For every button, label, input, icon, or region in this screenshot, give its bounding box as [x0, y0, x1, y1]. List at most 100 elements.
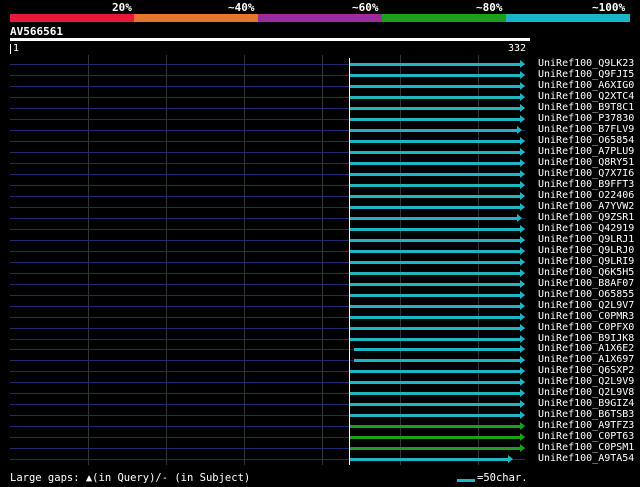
hit-bar[interactable]: [350, 195, 520, 198]
hit-arrow-icon: [520, 335, 525, 343]
hit-label[interactable]: UniRef100_B9FFT3: [538, 179, 634, 190]
color-band-60: [258, 14, 382, 22]
hit-label[interactable]: UniRef100_C0PMR3: [538, 311, 634, 322]
hit-label[interactable]: UniRef100_A9TFZ3: [538, 420, 634, 431]
hit-label[interactable]: UniRef100_B8AF07: [538, 278, 634, 289]
hit-bar[interactable]: [350, 228, 520, 231]
hit-bar[interactable]: [350, 414, 520, 417]
hit-label[interactable]: UniRef100_O65854: [538, 135, 634, 146]
hit-arrow-icon: [517, 214, 522, 222]
hit-label[interactable]: UniRef100_P37830: [538, 113, 634, 124]
hit-bar[interactable]: [350, 327, 520, 330]
hit-label[interactable]: UniRef100_B9GIZ4: [538, 398, 634, 409]
hit-label[interactable]: UniRef100_A7YVW2: [538, 201, 634, 212]
hit-label[interactable]: UniRef100_O65855: [538, 289, 634, 300]
hit-bar[interactable]: [350, 338, 520, 341]
alignment-start-marker: [349, 58, 350, 465]
hit-bar[interactable]: [350, 107, 520, 110]
hit-label[interactable]: UniRef100_A7PLU9: [538, 146, 634, 157]
hit-arrow-icon: [520, 411, 525, 419]
hit-bar[interactable]: [350, 425, 520, 428]
hit-arrow-icon: [520, 181, 525, 189]
hit-bar[interactable]: [350, 63, 520, 66]
hit-bar[interactable]: [350, 370, 520, 373]
hit-bar[interactable]: [350, 447, 520, 450]
hit-bar[interactable]: [350, 129, 517, 132]
hit-bar[interactable]: [350, 74, 520, 77]
color-band-20: [10, 14, 134, 22]
hit-bar[interactable]: [350, 118, 520, 121]
hit-arrow-icon: [520, 389, 525, 397]
hit-label[interactable]: UniRef100_Q2L9V9: [538, 376, 634, 387]
hit-bar[interactable]: [350, 206, 520, 209]
hit-arrow-icon: [520, 324, 525, 332]
hit-bar[interactable]: [350, 162, 520, 165]
hit-bar[interactable]: [350, 140, 520, 143]
hit-arrow-icon: [520, 104, 525, 112]
hit-bar[interactable]: [350, 436, 520, 439]
hit-bar[interactable]: [354, 359, 520, 362]
hit-label[interactable]: UniRef100_A6XIG0: [538, 80, 634, 91]
hit-bar[interactable]: [350, 294, 520, 297]
scale-legend-line: [457, 479, 475, 482]
hit-label[interactable]: UniRef100_A1X6E2: [538, 343, 634, 354]
hit-bar[interactable]: [350, 151, 520, 154]
hit-bar[interactable]: [354, 348, 520, 351]
hit-arrow-icon: [520, 444, 525, 452]
pct-label-80: ~80%: [476, 1, 503, 14]
hit-bar[interactable]: [350, 250, 520, 253]
hit-label[interactable]: UniRef100_A1X697: [538, 354, 634, 365]
ruler-start-tick: [10, 44, 11, 54]
hit-label[interactable]: UniRef100_O22406: [538, 190, 634, 201]
hit-bar[interactable]: [350, 458, 508, 461]
hit-bar[interactable]: [350, 85, 520, 88]
hit-label[interactable]: UniRef100_C0PFX0: [538, 322, 634, 333]
query-name: AV566561: [10, 25, 63, 38]
hit-label[interactable]: UniRef100_Q6K5H5: [538, 267, 634, 278]
hit-arrow-icon: [520, 225, 525, 233]
hit-bar[interactable]: [350, 261, 520, 264]
hit-label[interactable]: UniRef100_A9TA54: [538, 453, 634, 464]
hit-bar[interactable]: [350, 217, 517, 220]
hit-label[interactable]: UniRef100_Q7X7I6: [538, 168, 634, 179]
hit-label[interactable]: UniRef100_Q9LRI9: [538, 256, 634, 267]
hit-label[interactable]: UniRef100_Q9ZSR1: [538, 212, 634, 223]
hit-bar[interactable]: [350, 239, 520, 242]
hit-arrow-icon: [520, 400, 525, 408]
hit-bar[interactable]: [350, 305, 520, 308]
hit-label[interactable]: UniRef100_Q9LRJ0: [538, 245, 634, 256]
hit-arrow-icon: [508, 455, 513, 463]
hit-bar[interactable]: [350, 403, 520, 406]
hit-label[interactable]: UniRef100_Q8RY51: [538, 157, 634, 168]
hit-bar[interactable]: [350, 316, 520, 319]
hit-label[interactable]: UniRef100_B7FLV9: [538, 124, 634, 135]
hit-arrow-icon: [520, 170, 525, 178]
hit-label[interactable]: UniRef100_B6TSB3: [538, 409, 634, 420]
hit-label[interactable]: UniRef100_Q9LK23: [538, 58, 634, 69]
hit-label[interactable]: UniRef100_Q6SXP2: [538, 365, 634, 376]
hit-bar[interactable]: [350, 96, 520, 99]
hit-arrow-icon: [520, 203, 525, 211]
hit-label[interactable]: UniRef100_C0PSM1: [538, 442, 634, 453]
hit-label[interactable]: UniRef100_Q9LRJ1: [538, 234, 634, 245]
hit-bar[interactable]: [350, 392, 520, 395]
hit-bar[interactable]: [350, 173, 520, 176]
hit-label[interactable]: UniRef100_Q42919: [538, 223, 634, 234]
hit-arrow-icon: [520, 433, 525, 441]
hit-label[interactable]: UniRef100_C0PT63: [538, 431, 634, 442]
color-band-100: [506, 14, 630, 22]
hit-label[interactable]: UniRef100_Q2L9V7: [538, 300, 634, 311]
hit-arrow-icon: [520, 192, 525, 200]
hit-arrow-icon: [520, 247, 525, 255]
hit-label[interactable]: UniRef100_Q9FJI5: [538, 69, 634, 80]
hit-arrow-icon: [520, 258, 525, 266]
hit-bar[interactable]: [350, 184, 520, 187]
hit-bar[interactable]: [350, 283, 520, 286]
hit-label[interactable]: UniRef100_Q2XTC4: [538, 91, 634, 102]
hit-label[interactable]: UniRef100_B9T8C1: [538, 102, 634, 113]
hit-bar[interactable]: [350, 381, 520, 384]
hit-arrow-icon: [520, 302, 525, 310]
hit-arrow-icon: [520, 93, 525, 101]
hit-label[interactable]: UniRef100_Q2L9V8: [538, 387, 634, 398]
hit-bar[interactable]: [350, 272, 520, 275]
